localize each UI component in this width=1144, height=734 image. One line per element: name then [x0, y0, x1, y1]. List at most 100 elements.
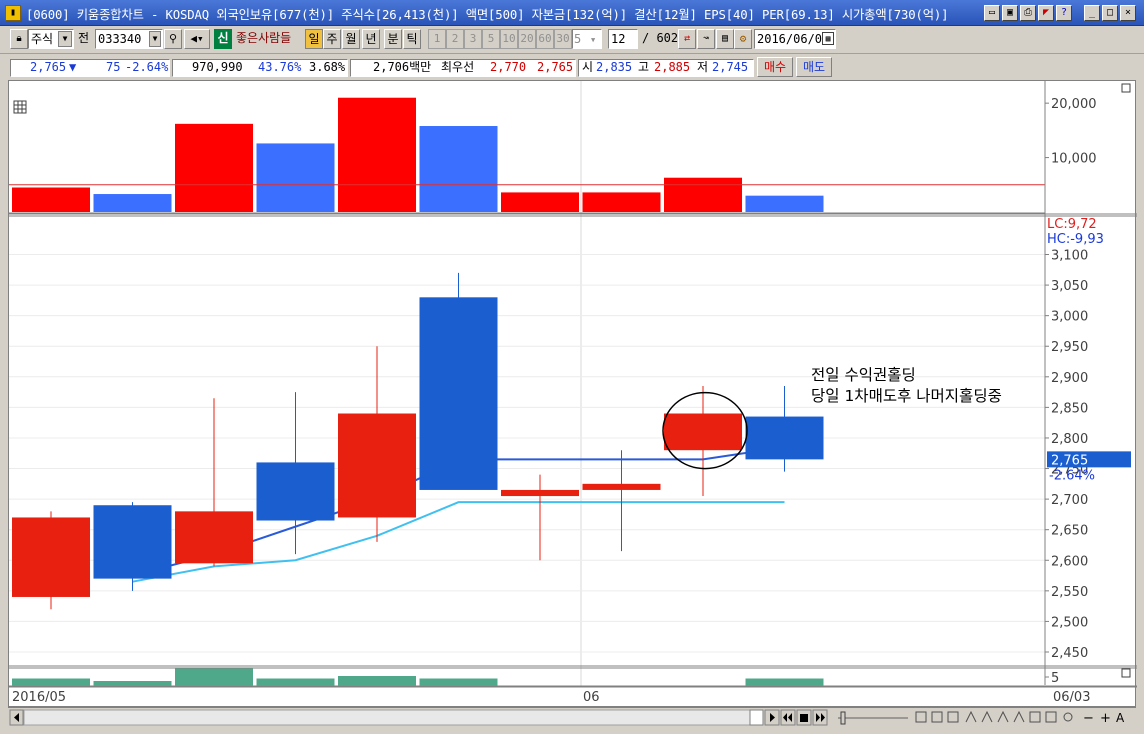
magnifier-icon: [1063, 712, 1073, 722]
interval-10[interactable]: 10: [500, 29, 518, 49]
image-icon[interactable]: ▤: [716, 29, 734, 49]
price-change-pct: -2.64%: [125, 60, 169, 74]
lock-icon[interactable]: 🔒︎: [10, 29, 28, 49]
current-price: 2,765: [30, 60, 67, 74]
interval-1[interactable]: 1: [428, 29, 446, 49]
price-tick-label: 2,500: [1051, 615, 1088, 630]
trade-amount: 2,706백만: [373, 60, 432, 74]
interval-60[interactable]: 60: [536, 29, 554, 49]
scrollbar-thumb: [749, 709, 764, 726]
period-year[interactable]: 년: [362, 29, 380, 49]
tool-icon: [1013, 710, 1025, 723]
interval-5[interactable]: 5: [482, 29, 500, 49]
low-label: 저: [697, 60, 709, 74]
chart-app-icon[interactable]: ▮: [5, 5, 21, 21]
period-day[interactable]: 일: [305, 29, 323, 49]
annotation-text: 당일 1차매도후 나머지홀딩중: [811, 387, 1002, 405]
candle-body: [256, 462, 335, 521]
count-input[interactable]: 12: [608, 29, 638, 49]
navigation-controls[interactable]: − + A: [8, 708, 1136, 728]
interval-custom[interactable]: 5 ▼: [572, 29, 602, 49]
help-icon[interactable]: ?: [1056, 5, 1072, 21]
tool-icon: [981, 710, 993, 723]
chart-area[interactable]: 전일 수익권홀딩 당일 1차매도후 나머지홀딩중 10,000 20,000 3,10…: [8, 80, 1137, 708]
candle-body: [12, 517, 90, 597]
best-ask: 2,770: [490, 60, 527, 74]
search-icon[interactable]: ⚲: [164, 29, 182, 49]
chart-line-icon[interactable]: ↝: [697, 29, 715, 49]
stock-code-input[interactable]: 033340 ▼: [95, 29, 163, 49]
current-pct-label: -2.64%: [1049, 468, 1095, 483]
tool-icon: [947, 711, 959, 723]
maximize-button[interactable]: □: [1102, 5, 1118, 21]
interval-20[interactable]: 20: [518, 29, 536, 49]
period-month[interactable]: 월: [342, 29, 360, 49]
interval-3[interactable]: 3: [464, 29, 482, 49]
candle-body: [338, 413, 416, 518]
new-badge[interactable]: 신: [214, 29, 232, 49]
chevron-down-icon[interactable]: ▼: [149, 31, 161, 47]
candle-body: [501, 489, 579, 497]
close-button[interactable]: ×: [1120, 5, 1136, 21]
date-input[interactable]: 2016/06/0 ▦: [754, 29, 836, 49]
text-tool-icon: A: [1116, 711, 1125, 725]
bookmark-icon[interactable]: ◤: [1038, 5, 1054, 21]
price-tick-label: 2,700: [1051, 493, 1088, 508]
arrows-icon[interactable]: ⇄: [678, 29, 696, 49]
volume-bar: [501, 192, 579, 212]
volume-bar: [582, 192, 661, 212]
volume-ratio: 43.76%: [258, 60, 302, 74]
high-label: 고: [638, 60, 650, 74]
candle-body: [582, 483, 661, 490]
gear-icon[interactable]: ⚙: [734, 29, 752, 49]
panel-close-icon: [1121, 83, 1131, 93]
price-tick-label: 2,600: [1051, 554, 1088, 569]
minimize-button[interactable]: _: [1084, 5, 1100, 21]
zoom-slider-thumb: [840, 711, 846, 725]
candle-body: [93, 505, 172, 579]
layout-icon[interactable]: ▭: [984, 5, 1000, 21]
period-tick[interactable]: 틱: [403, 29, 421, 49]
date-value: 2016/06/0: [757, 32, 823, 46]
tool-icon: [1045, 711, 1057, 723]
low-price: 2,745: [712, 60, 749, 74]
panel-close-icon: [1121, 668, 1131, 678]
price-tick-label: 2,900: [1051, 371, 1088, 386]
price-tick-label: 2,950: [1051, 340, 1088, 355]
sub-bar: [419, 678, 498, 686]
buy-button[interactable]: 매수: [757, 57, 793, 77]
price-tick-label: 2,800: [1051, 432, 1088, 447]
chevron-down-icon[interactable]: ▼: [58, 31, 72, 47]
chart-canvas[interactable]: 전일 수익권홀딩당일 1차매도후 나머지홀딩중 10,000 20,000 3,10…: [9, 81, 1137, 708]
market-select[interactable]: 주식 ▼: [28, 29, 74, 49]
print-icon[interactable]: ⎙: [1020, 5, 1036, 21]
sub-bar: [256, 678, 335, 686]
interval-2[interactable]: 2: [446, 29, 464, 49]
period-minute[interactable]: 분: [384, 29, 402, 49]
sub-bar: [12, 678, 90, 686]
down-arrow-icon: ▼: [69, 60, 77, 74]
stock-code-value: 033340: [98, 32, 142, 46]
interval-30[interactable]: 30: [554, 29, 572, 49]
candle-body: [745, 416, 824, 460]
interval-custom-value: 5: [574, 32, 582, 46]
title-bar: ▮ [0600] 키움종합차트 - KOSDAQ 외국인보유[677(천)] 주…: [0, 0, 1144, 26]
price-tick-label: 3,100: [1051, 249, 1088, 264]
scrollbar-track: [23, 709, 751, 726]
sell-button[interactable]: 매도: [796, 57, 832, 77]
zoom-out-icon: −: [1083, 711, 1094, 726]
price-tick-label: 3,050: [1051, 279, 1088, 294]
window-title: [0600] 키움종합차트 - KOSDAQ 외국인보유[677(천)] 주식수…: [26, 8, 949, 22]
volume-tick-label: 10,000: [1051, 152, 1097, 167]
monitor-icon[interactable]: ▣: [1002, 5, 1018, 21]
period-week[interactable]: 주: [323, 29, 341, 49]
price-tick-label: 2,450: [1051, 646, 1088, 661]
tool-icon: [965, 710, 977, 723]
candle-body: [175, 511, 253, 564]
stop-icon: [800, 714, 808, 722]
chevron-down-icon[interactable]: ▼: [591, 31, 601, 49]
volume-panel: [9, 97, 1137, 217]
tool-icon: [931, 711, 943, 723]
calendar-icon[interactable]: ▦: [822, 32, 834, 45]
speaker-icon[interactable]: ◀▾: [184, 29, 210, 49]
